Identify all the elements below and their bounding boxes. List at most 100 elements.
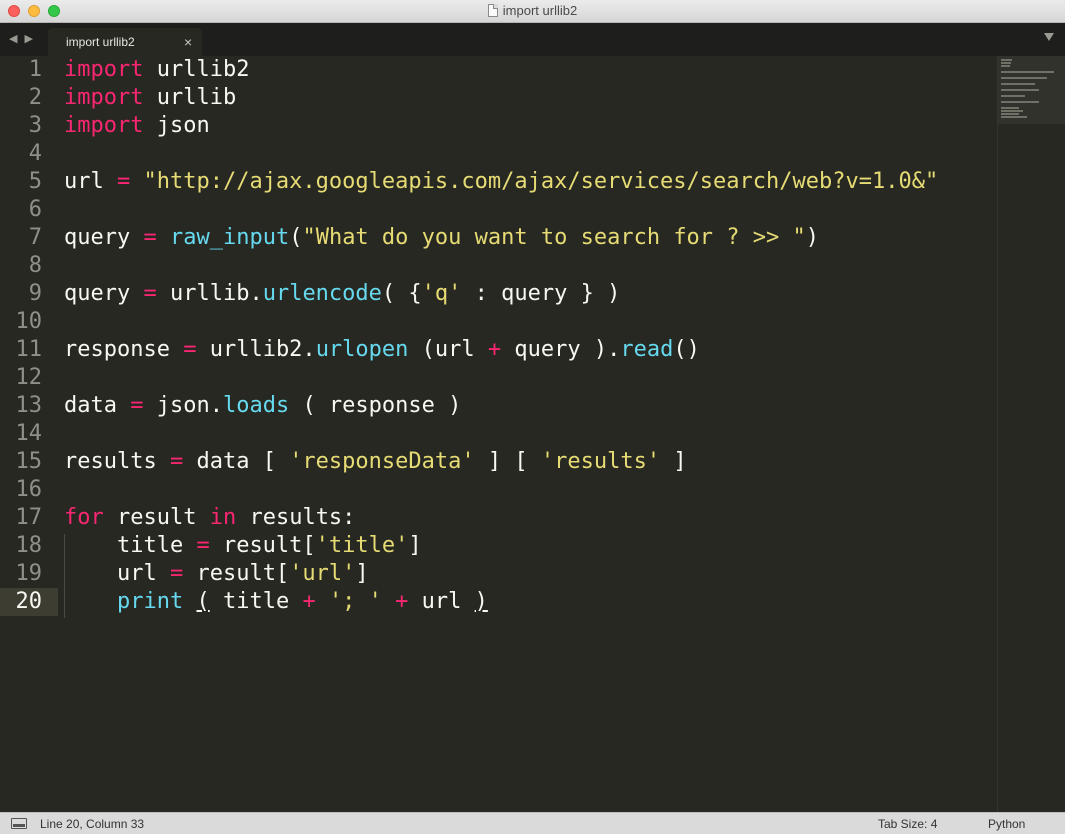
code-token: in [209,505,237,530]
minimap-line [1001,89,1039,91]
code-token: ] [355,561,369,586]
code-token: ( [196,589,210,614]
code-line[interactable]: title = result['title'] [64,532,422,560]
line-number: 4 [28,141,42,166]
minimap-line [1001,107,1019,109]
line-number: 2 [28,85,42,110]
code-token: json. [143,393,223,418]
code-token: = [169,449,184,474]
code-token: + [487,337,502,362]
tab-import-urllib2[interactable]: import urllib2 × [48,28,202,56]
line-number: 8 [28,253,42,278]
code-token: raw_input [169,225,290,250]
code-token: "http://ajax.googleapis.com/ajax/service… [143,169,939,194]
code-token: = [130,393,144,418]
code-token: query [64,225,144,250]
code-token: 'results' [540,449,661,474]
tab-close-icon[interactable]: × [184,34,192,50]
document-icon [487,4,498,17]
tab-size-selector[interactable]: Tab Size: 4 [878,817,937,831]
code-token: result [103,505,210,530]
code-line[interactable]: response = urllib2.urlopen (url + query … [64,336,700,364]
code-token: import [64,85,144,110]
code-token: 'responseData' [289,449,475,474]
code-token: = [183,337,197,362]
code-line[interactable]: import json [64,112,210,140]
minimap-line [1001,71,1054,73]
code-line[interactable]: for result in results: [64,504,355,532]
code-token: "What do you want to search for ? >> " [302,225,806,250]
code-line[interactable]: query = urllib.urlencode( {'q' : query }… [64,280,620,308]
line-number: 16 [15,477,43,502]
line-number: 18 [15,533,43,558]
code-token: print [116,589,184,614]
code-token: response [64,337,184,362]
minimap-line [1001,116,1027,118]
line-number: 6 [28,197,42,222]
code-token: urllib2. [196,337,316,362]
code-token: query ). [501,337,621,362]
code-token: urllib [143,85,237,110]
minimap-line [1001,62,1011,64]
code-token: urllib. [156,281,263,306]
code-token: import [64,57,144,82]
line-number: 10 [15,309,43,334]
tab-bar: ◀ ▶ import urllib2 × [0,23,1065,56]
line-number: 12 [15,365,43,390]
syntax-selector[interactable]: Python [988,817,1025,831]
code-editor[interactable]: 1 2 3 4 5 6 7 8 9 10 11 12 13 14 15 16 17 18 19 20 import u… [0,56,997,812]
code-token: result[ [183,561,290,586]
code-line[interactable]: query = raw_input("What do you want to s… [64,224,819,252]
code-token: + [302,589,316,614]
code-line[interactable]: url = result['url'] [64,560,369,588]
tab-nav-arrows-icon[interactable]: ◀ ▶ [9,32,35,45]
tab-label: import urllib2 [66,35,135,49]
code-token: loads [222,393,290,418]
code-token: ( [289,225,303,250]
code-token: = [116,169,131,194]
code-token: url [408,589,475,614]
line-number: 1 [28,57,42,82]
code-token: urllib2 [143,57,250,82]
line-number: 13 [15,393,43,418]
code-line[interactable]: url = "http://ajax.googleapis.com/ajax/s… [64,168,938,196]
code-line[interactable]: print ( title + '; ' + url ) [64,588,488,616]
panel-toggle-icon[interactable] [11,818,27,829]
code-line[interactable]: import urllib [64,84,236,112]
code-line[interactable]: import urllib2 [64,56,249,84]
code-token: for [64,505,104,530]
code-token: ( { [381,281,422,306]
code-token: query [64,281,144,306]
line-number: 3 [28,113,42,138]
code-line[interactable]: data = json.loads ( response ) [64,392,461,420]
code-token: url [64,561,170,586]
line-number: 17 [15,505,43,530]
code-token: 'q' [421,281,462,306]
code-token: ] [408,533,422,558]
code-token: : query } ) [461,281,621,306]
code-token: json [143,113,210,138]
minimap-line [1001,110,1023,112]
code-token: urlopen [315,337,409,362]
code-token: = [143,281,157,306]
code-token: 'url' [289,561,356,586]
code-token: = [196,533,210,558]
code-token: + [395,589,409,614]
code-token: read [620,337,674,362]
minimap-line [1001,83,1035,85]
window-title: import urllib2 [502,3,578,18]
code-token: () [673,337,700,362]
code-token: results: [236,505,356,530]
code-line[interactable]: results = data [ 'responseData' ] [ 'res… [64,448,687,476]
tab-dropdown-icon[interactable] [1044,33,1054,41]
code-token: '; ' [328,589,382,614]
code-token: results [64,449,170,474]
code-token: ) [474,589,488,614]
minimap[interactable] [997,56,1065,812]
code-token: = [143,225,157,250]
